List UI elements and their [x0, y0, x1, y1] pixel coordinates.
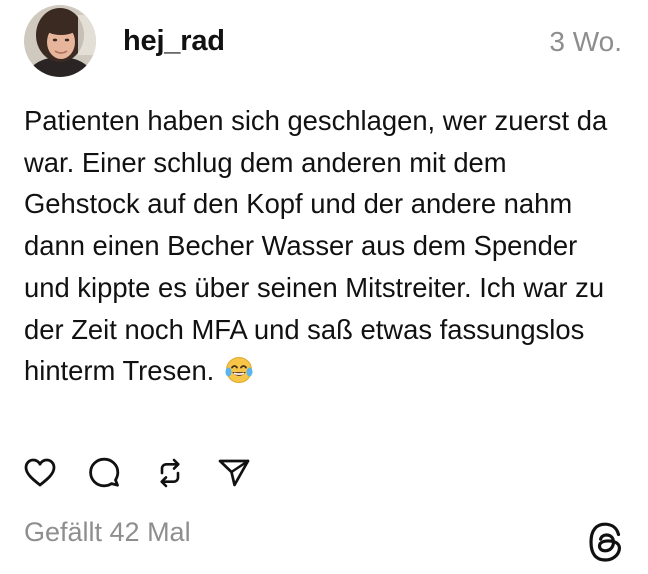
post-timestamp: 3 Wo.	[549, 26, 622, 57]
heart-icon[interactable]	[22, 455, 58, 491]
username[interactable]: hej_rad	[123, 24, 225, 58]
repost-icon[interactable]	[152, 455, 188, 491]
threads-post: hej_rad 3 Wo. Patienten haben sich gesch…	[0, 0, 648, 574]
avatar-image	[24, 5, 96, 77]
post-body: Patienten haben sich geschlagen, wer zue…	[24, 100, 624, 392]
comment-icon[interactable]	[86, 455, 122, 491]
post-text: Patienten haben sich geschlagen, wer zue…	[24, 105, 608, 387]
threads-logo-icon	[588, 522, 622, 562]
avatar[interactable]	[24, 5, 96, 77]
send-icon[interactable]	[216, 455, 252, 491]
tears-of-joy-emoji-icon	[224, 355, 254, 385]
like-count[interactable]: Gefällt 42 Mal	[24, 514, 191, 550]
